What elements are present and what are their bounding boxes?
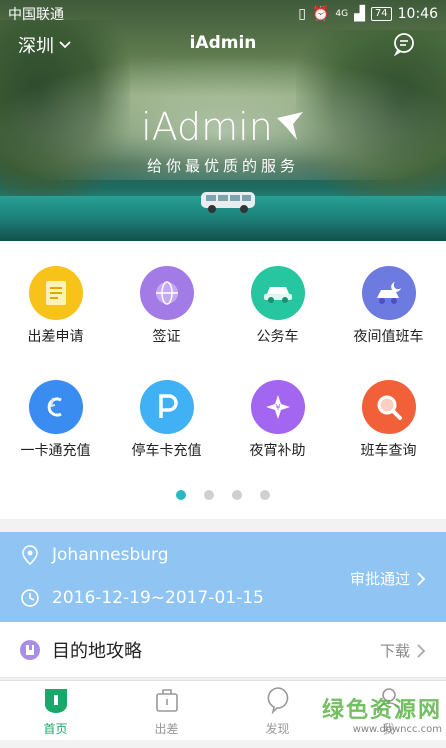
trip-status-label: 审批通过 bbox=[349, 570, 410, 588]
grid-item-label: 签证 bbox=[152, 329, 181, 345]
trip-card[interactable]: Johannesburg 2016-12-19~2017-01-15 审批通过 bbox=[0, 532, 446, 622]
page-indicator bbox=[0, 490, 446, 500]
trip-dates-row: 2016-12-19~2017-01-15 bbox=[20, 588, 264, 608]
page-dot[interactable] bbox=[204, 490, 214, 500]
tab-discover[interactable]: 发现 bbox=[222, 685, 333, 737]
battery-level: 74 bbox=[370, 7, 392, 21]
suitcase-icon bbox=[155, 689, 178, 712]
guide-title-label: 目的地攻略 bbox=[52, 641, 142, 662]
brand-tagline: 给你最优质的服务 bbox=[146, 157, 299, 175]
grid-item-parking-recharge[interactable]: 停车卡充值 bbox=[111, 380, 222, 460]
signal-icon: ▟ bbox=[354, 6, 365, 22]
tab-me[interactable]: 我 bbox=[333, 685, 444, 737]
chevron-right-icon bbox=[417, 643, 426, 658]
message-icon[interactable] bbox=[392, 32, 416, 56]
alarm-icon: ⏰ bbox=[311, 6, 330, 22]
grid-item-label: 班车查询 bbox=[360, 443, 417, 459]
destination-guide-row[interactable]: 目的地攻略 下载 bbox=[0, 622, 446, 678]
page-dot[interactable] bbox=[176, 490, 186, 500]
grid-item-label: 夜间值班车 bbox=[353, 329, 424, 345]
person-icon bbox=[376, 688, 401, 714]
bird-icon bbox=[276, 112, 303, 140]
network-type: 4G bbox=[335, 9, 349, 19]
grid-item-official-car[interactable]: 公务车 bbox=[222, 266, 333, 346]
trip-status[interactable]: 审批通过 bbox=[350, 568, 426, 589]
download-button[interactable]: 下载 bbox=[380, 640, 426, 661]
grid-item-night-meal-allowance[interactable]: ¥ 夜宵补助 bbox=[222, 380, 333, 460]
trip-destination: Johannesburg bbox=[52, 545, 169, 565]
search-icon bbox=[361, 380, 416, 434]
guide-title: 目的地攻略 bbox=[20, 637, 142, 663]
parking-icon bbox=[139, 380, 194, 434]
trip-destination-row: Johannesburg bbox=[20, 544, 169, 566]
tab-bar: 首页 出差 发现 我 bbox=[0, 680, 446, 740]
grid-item-label: 一卡通充值 bbox=[20, 443, 91, 459]
tab-label: 首页 bbox=[43, 722, 68, 736]
tab-home[interactable]: 首页 bbox=[0, 685, 111, 737]
card-icon bbox=[28, 380, 83, 434]
grid-item-label: 出差申请 bbox=[27, 329, 84, 345]
grid-item-label: 公务车 bbox=[256, 329, 299, 345]
grid-item-travel-request[interactable]: 出差申请 bbox=[0, 266, 111, 346]
feature-grid: 出差申请 签证 公务车 夜间值班车 一卡通充值 停车卡充值 ¥ 夜宵补助 班车查… bbox=[0, 241, 446, 519]
tab-label: 发现 bbox=[265, 722, 290, 736]
brand-logo: iAdmin bbox=[141, 105, 305, 149]
car-icon bbox=[250, 266, 305, 320]
status-bar: 中国联通 ▯ ⏰ 4G ▟ 74 10:46 bbox=[0, 0, 446, 28]
grid-item-night-shift-car[interactable]: 夜间值班车 bbox=[333, 266, 444, 346]
location-pin-icon bbox=[22, 545, 38, 566]
home-icon bbox=[44, 689, 67, 713]
brand-logo-text: iAdmin bbox=[141, 105, 273, 149]
page-dot[interactable] bbox=[232, 490, 242, 500]
download-label: 下载 bbox=[379, 642, 410, 660]
grid-item-shuttle-query[interactable]: 班车查询 bbox=[333, 380, 444, 460]
grid-item-card-recharge[interactable]: 一卡通充值 bbox=[0, 380, 111, 460]
tab-label: 出差 bbox=[154, 722, 179, 736]
tab-label: 我 bbox=[382, 722, 395, 736]
grid-item-label: 停车卡充值 bbox=[131, 443, 202, 459]
discover-icon bbox=[267, 687, 288, 715]
grid-item-label: 夜宵补助 bbox=[249, 443, 306, 459]
title-bar: 深圳 iAdmin bbox=[0, 30, 446, 60]
sparkle-yen-icon: ¥ bbox=[250, 380, 305, 434]
brand-block: iAdmin 给你最优质的服务 bbox=[0, 105, 446, 176]
globe-icon bbox=[139, 266, 194, 320]
svg-text:¥: ¥ bbox=[275, 403, 280, 412]
document-icon bbox=[28, 266, 83, 320]
page-dot[interactable] bbox=[260, 490, 270, 500]
trip-dates: 2016-12-19~2017-01-15 bbox=[52, 588, 264, 608]
clock-icon bbox=[21, 589, 39, 607]
chevron-right-icon bbox=[417, 571, 426, 586]
van-illustration bbox=[201, 192, 255, 213]
guide-book-icon bbox=[20, 640, 40, 660]
grid-item-visa[interactable]: 签证 bbox=[111, 266, 222, 346]
clock: 10:46 bbox=[397, 6, 438, 22]
night-car-icon bbox=[361, 266, 416, 320]
page-title: iAdmin bbox=[189, 33, 257, 53]
tab-business-trip[interactable]: 出差 bbox=[111, 685, 222, 737]
carrier-name: 中国联通 bbox=[8, 7, 64, 23]
vibrate-icon: ▯ bbox=[298, 6, 306, 22]
